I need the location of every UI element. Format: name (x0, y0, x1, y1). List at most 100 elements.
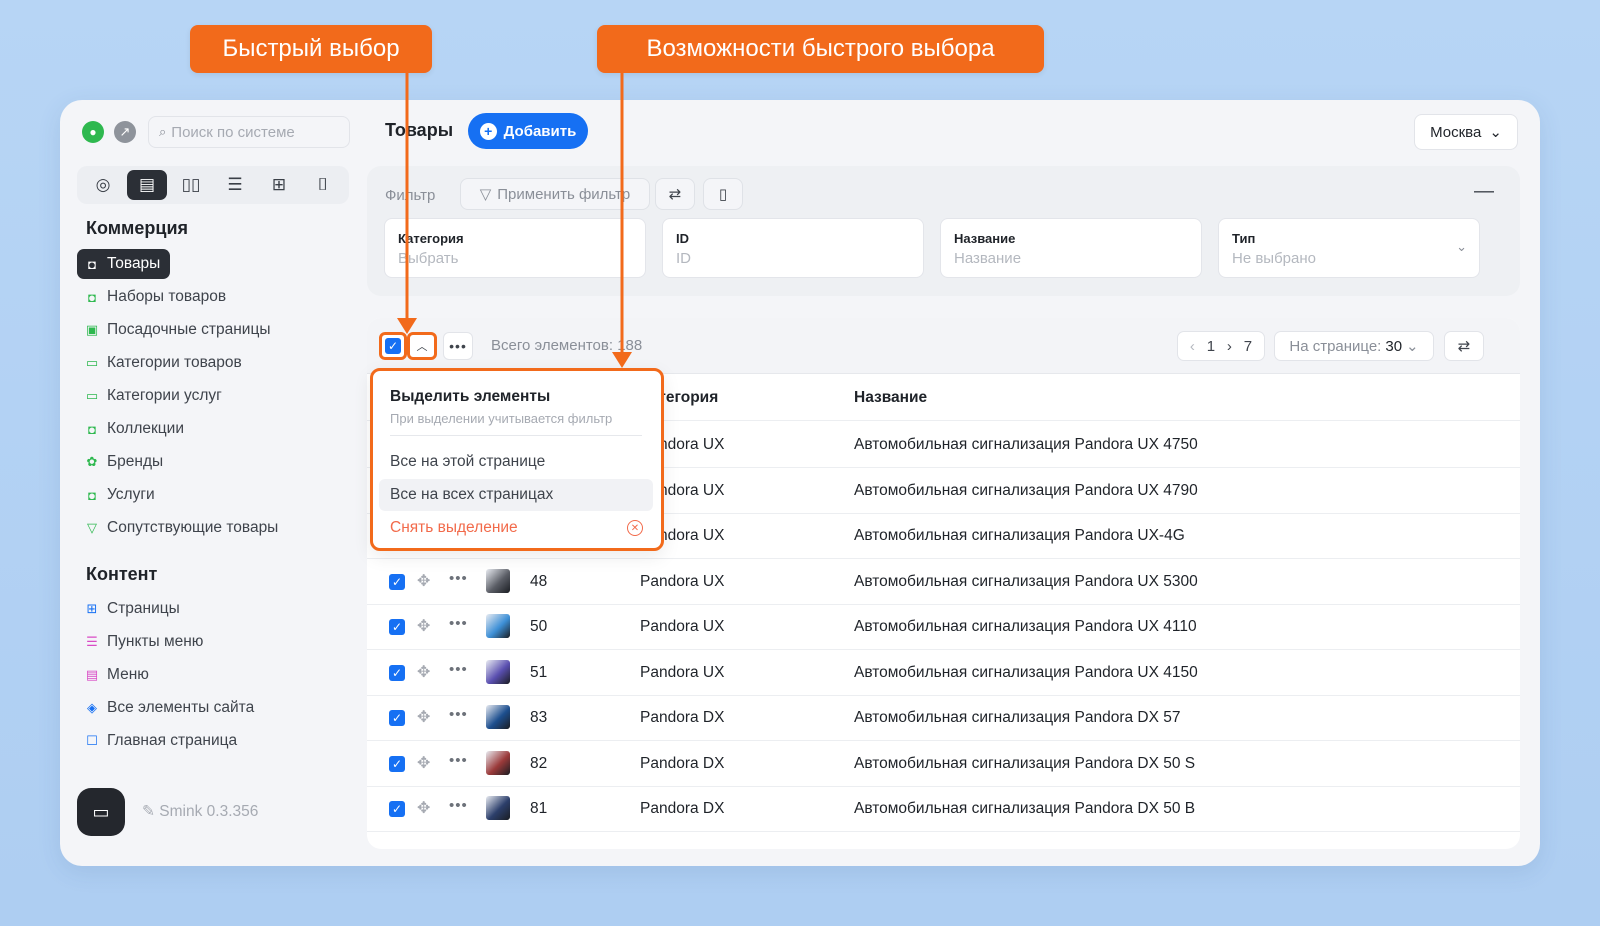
cell-name: Автомобильная сигнализация Pandora DX 50… (854, 800, 1196, 817)
table-row[interactable]: ✓ ✥ ••• 50 Pandora UX Автомобильная сигнализа… (367, 604, 1520, 650)
cell-name: Автомобильная сигнализация Pandora UX 47… (854, 436, 1198, 453)
search-input[interactable]: ⌕ Поиск по системе (148, 116, 350, 148)
table-row[interactable]: ✓ ✥ ••• 82 Pandora DX Автомобильная сигнализа… (367, 741, 1520, 787)
column-name[interactable]: Название (854, 389, 927, 407)
select-all-pages-option[interactable]: Все на всех страницах (379, 479, 653, 511)
sidebar-item-label: Сопутствующие товары (107, 519, 279, 536)
row-checkbox[interactable]: ✓ (389, 755, 405, 772)
per-page-select[interactable]: На странице: 30 ⌄ (1274, 331, 1434, 361)
sidebar-item-label: Главная страница (107, 732, 238, 749)
collapse-filter-button[interactable]: — (1474, 180, 1494, 203)
dashboard-icon[interactable]: ◎ (83, 170, 123, 200)
sidebar-item-label: Услуги (107, 486, 155, 503)
bulk-actions-button[interactable]: ••• (443, 332, 473, 360)
filter-label: Фильтр (385, 187, 436, 204)
clear-selection-option[interactable]: Снять выделение ✕ (379, 512, 653, 544)
sidebar-item-landing-pages[interactable]: ▣ Посадочные страницы (77, 315, 280, 345)
sidebar-item-products[interactable]: ◘ Товары (77, 249, 171, 279)
add-button[interactable]: + Добавить (468, 113, 588, 149)
section-content: Контент (86, 564, 158, 584)
row-actions-icon[interactable]: ••• (449, 615, 468, 632)
row-actions-icon[interactable]: ••• (449, 752, 468, 769)
chat-button[interactable]: ▭ (77, 788, 125, 836)
sidebar-item-service-categories[interactable]: ▭ Категории услуг (77, 381, 232, 411)
cell-id: 51 (530, 663, 548, 681)
row-checkbox[interactable]: ✓ (389, 619, 405, 635)
sidebar-item-all-elements[interactable]: ◈ Все элементы сайта (77, 693, 264, 723)
plus-square-icon[interactable]: ⊞ (259, 170, 299, 200)
table-row[interactable]: ✓ ✥ ••• 51 Pandora UX Автомобильная сигнализа… (367, 650, 1520, 696)
cell-name: Автомобильная сигнализация Pandora DX 50… (854, 754, 1196, 772)
total-value: 188 (617, 337, 643, 354)
drag-handle-icon[interactable]: ✥ (417, 707, 430, 727)
related-icon: ▽ (87, 520, 97, 535)
drag-handle-icon[interactable]: ✥ (417, 662, 430, 682)
list-icon: ☰ (86, 634, 98, 649)
cell-category: Pandora DX (640, 709, 725, 726)
layers-icon: ◈ (87, 700, 97, 715)
popup-title: Выделить элементы (390, 388, 551, 405)
row-actions-icon[interactable]: ••• (449, 706, 468, 723)
callout-quick-select: Быстрый выбор (190, 25, 432, 73)
select-all-checkbox[interactable]: ✓ (379, 332, 407, 360)
total-prefix: Всего элементов: (491, 337, 614, 354)
bag-set-icon: ◘ (88, 289, 96, 305)
field-label: Тип (1232, 231, 1256, 246)
page-current[interactable]: 1 (1207, 338, 1215, 355)
sidebar-item-collections[interactable]: ◘ Коллекции (77, 414, 194, 444)
page-total[interactable]: 7 (1244, 338, 1252, 355)
total-count: Всего элементов: 188 (491, 337, 642, 354)
sidebar-item-pages[interactable]: ⊞ Страницы (77, 594, 190, 624)
row-checkbox[interactable]: ✓ (389, 664, 405, 681)
sidebar-item-related-products[interactable]: ▽ Сопутствующие товары (77, 513, 288, 543)
table-settings-button[interactable]: ⇄ (1444, 331, 1484, 361)
chevron-right-icon[interactable]: › (1227, 338, 1232, 355)
row-checkbox[interactable]: ✓ (389, 573, 405, 590)
apply-filter-button[interactable]: ▽ Применить фильтр (460, 178, 650, 210)
filter-field-name[interactable]: Название Название (940, 218, 1202, 278)
user-icon[interactable]: ● (82, 121, 104, 143)
catalog-icon[interactable]: ▤ (127, 170, 167, 200)
filter-field-category[interactable]: Категория Выбрать (384, 218, 646, 278)
sliders-icon[interactable]: ☰ (215, 170, 255, 200)
sidebar-item-label: Товары (107, 255, 161, 272)
drag-handle-icon[interactable]: ✥ (417, 753, 430, 773)
row-checkbox[interactable]: ✓ (389, 710, 405, 726)
field-placeholder: Название (954, 250, 1022, 267)
cell-id: 82 (530, 754, 548, 772)
cell-id: 50 (530, 618, 548, 635)
external-link-icon[interactable]: ↗ (114, 121, 136, 143)
sidebar-item-services[interactable]: ◘ Услуги (77, 480, 165, 510)
row-actions-icon[interactable]: ••• (449, 797, 468, 814)
row-actions-icon[interactable]: ••• (449, 661, 468, 678)
filter-settings-button[interactable]: ⇄ (655, 178, 695, 210)
brush-icon[interactable]: ⌷ (303, 170, 343, 200)
city-value: Москва (1430, 123, 1482, 141)
quick-select-toggle[interactable]: ︿ (407, 332, 437, 360)
sidebar-item-product-categories[interactable]: ▭ Категории товаров (77, 348, 252, 378)
row-checkbox[interactable]: ✓ (389, 801, 405, 817)
drag-handle-icon[interactable]: ✥ (417, 571, 430, 591)
table-row[interactable]: ✓ ✥ ••• 48 Pandora UX Автомобильная сигнализа… (367, 559, 1520, 605)
sliders-icon: ⇄ (1457, 338, 1471, 355)
filter-field-type[interactable]: Тип Не выбрано ⌄ (1218, 218, 1480, 278)
sidebar-item-menu-items[interactable]: ☰ Пункты меню (77, 627, 213, 657)
book-icon[interactable]: ▯▯ (171, 170, 211, 200)
sidebar-item-product-sets[interactable]: ◘ Наборы товаров (77, 282, 236, 312)
sidebar-item-menu[interactable]: ▤ Меню (77, 660, 159, 690)
city-select[interactable]: Москва ⌄ (1414, 114, 1518, 150)
table-row[interactable]: ✓ ✥ ••• 83 Pandora DX Автомобильная сигнализа… (367, 695, 1520, 741)
sidebar-item-brands[interactable]: ✿ Бренды (77, 447, 173, 477)
drag-handle-icon[interactable]: ✥ (417, 616, 430, 636)
select-page-option[interactable]: Все на этой странице (379, 446, 653, 478)
row-actions-icon[interactable]: ••• (449, 570, 468, 587)
sidebar-item-label: Категории товаров (107, 354, 242, 371)
save-filter-button[interactable]: ▯ (703, 178, 743, 210)
filter-field-id[interactable]: ID ID (662, 218, 924, 278)
sidebar-item-home-page[interactable]: ☐ Главная страница (77, 726, 247, 756)
chevron-left-icon[interactable]: ‹ (1190, 338, 1195, 355)
table-row[interactable]: ✓ ✥ ••• 81 Pandora DX Автомобильная сигнализа… (367, 786, 1520, 832)
chevron-up-icon: ︿ (416, 341, 428, 353)
drag-handle-icon[interactable]: ✥ (417, 798, 430, 818)
cell-category: Pandora DX (640, 754, 725, 772)
